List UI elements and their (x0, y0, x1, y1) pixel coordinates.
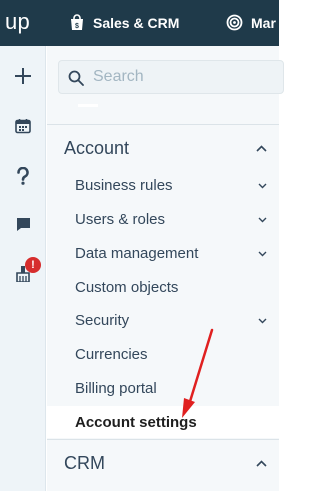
nav-sales-crm[interactable]: $ Sales & CRM (69, 14, 179, 31)
plus-icon (14, 67, 32, 90)
nav-sales-crm-label: Sales & CRM (93, 14, 180, 31)
app-logo[interactable]: up (5, 9, 30, 35)
alert-badge: ! (25, 257, 41, 273)
section-crm-title: CRM (64, 452, 105, 473)
create-button[interactable] (0, 60, 46, 96)
left-rail: ! (0, 46, 46, 491)
chevron-down-icon (258, 176, 267, 194)
nav-marketing[interactable]: Mar (226, 14, 276, 31)
scroll-fade (78, 104, 98, 107)
menu-item-label: Data management (75, 244, 199, 262)
menu-item-billing-portal[interactable]: Billing portal (47, 372, 279, 404)
calendar-icon (15, 118, 31, 139)
menu-item-label: Business rules (75, 176, 173, 194)
calendar-button[interactable] (0, 110, 46, 146)
menu-item-users-roles[interactable]: Users & roles (47, 203, 279, 235)
divider (47, 124, 279, 125)
settings-search (58, 60, 284, 94)
nav-marketing-label: Mar (251, 14, 276, 31)
menu-item-account-settings[interactable]: Account settings (47, 406, 279, 438)
svg-text:$: $ (75, 23, 79, 30)
section-crm[interactable]: CRM (47, 447, 279, 479)
menu-item-label: Account settings (75, 413, 197, 431)
menu-item-business-rules[interactable]: Business rules (47, 169, 279, 201)
help-button[interactable] (0, 160, 46, 196)
menu-item-custom-objects[interactable]: Custom objects (47, 271, 279, 303)
menu-item-label: Currencies (75, 345, 148, 363)
shopping-bag-icon: $ (69, 14, 85, 31)
search-input[interactable] (93, 66, 273, 88)
top-navigation-bar: up $ Sales & CRM Mar (0, 0, 279, 46)
chevron-down-icon (258, 210, 267, 228)
chat-icon (16, 217, 31, 237)
chevron-down-icon (258, 244, 267, 262)
menu-item-label: Custom objects (75, 278, 179, 296)
chevron-up-icon (256, 139, 267, 157)
settings-sidebar: Account Business rules Users & roles Dat… (47, 46, 284, 491)
help-icon (16, 166, 30, 190)
chevron-up-icon (256, 454, 267, 472)
menu-item-label: Users & roles (75, 210, 166, 228)
chevron-down-icon (258, 311, 267, 329)
menu-item-security[interactable]: Security (47, 304, 279, 336)
section-account-title: Account (64, 137, 130, 158)
section-account[interactable]: Account (47, 132, 279, 164)
search-icon (68, 70, 84, 91)
menu-item-label: Billing portal (75, 379, 157, 397)
chat-button[interactable] (0, 209, 46, 245)
menu-item-label: Security (75, 311, 130, 329)
menu-item-data-management[interactable]: Data management (47, 237, 279, 269)
divider (47, 439, 279, 440)
target-icon (226, 14, 243, 31)
menu-item-currencies[interactable]: Currencies (47, 338, 279, 370)
